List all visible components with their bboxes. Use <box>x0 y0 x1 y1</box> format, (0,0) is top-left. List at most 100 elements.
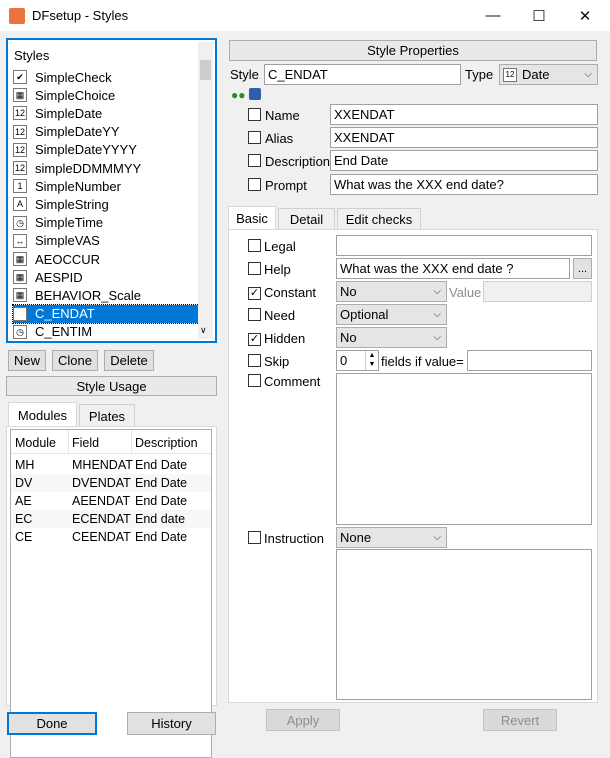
style-usage-header: Style Usage <box>6 376 217 396</box>
style-list-item-label: C_ENTIM <box>35 324 93 340</box>
history-button[interactable]: History <box>127 712 216 735</box>
style-list-item[interactable]: ◷ C_ENTIM <box>13 323 201 341</box>
table-row[interactable]: EC ECENDAT End date <box>11 510 211 528</box>
usage-table-header: Module Field Description <box>11 430 211 454</box>
table-row[interactable]: DV DVENDAT End Date <box>11 474 211 492</box>
table-cell: DVENDAT <box>72 476 131 490</box>
legal-checkbox[interactable] <box>248 239 261 252</box>
prompt-field[interactable]: What was the XXX end date? <box>330 174 598 195</box>
styles-list[interactable]: Styles ✔ SimpleCheck ▦ SimpleChoice 12 Simple… <box>6 38 217 343</box>
table-cell: MH <box>15 458 35 472</box>
tab-modules[interactable]: Modules <box>8 402 77 427</box>
maximize-button[interactable]: ☐ <box>516 0 562 31</box>
slider-icon: ↔ <box>13 233 27 248</box>
tab-plates[interactable]: Plates <box>79 404 135 427</box>
col-module-header[interactable]: Module <box>15 436 56 450</box>
col-field-header[interactable]: Field <box>72 436 99 450</box>
style-list-item-label: SimpleDateYYYY <box>35 142 137 158</box>
revert-button[interactable]: Revert <box>483 709 557 731</box>
minimize-button[interactable]: — <box>470 0 516 31</box>
skip-value-field[interactable] <box>467 350 592 371</box>
help-browse-button[interactable]: ... <box>573 258 592 279</box>
constant-checkbox[interactable]: ✓ <box>248 287 261 300</box>
style-list-item[interactable]: ▦ AEOCCUR <box>13 250 201 268</box>
alias-label: Alias <box>265 131 294 146</box>
instruction-select[interactable]: None ⌵ <box>336 527 447 548</box>
help-checkbox[interactable] <box>248 262 261 275</box>
table-row[interactable]: AE AEENDAT End Date <box>11 492 211 510</box>
comment-textarea[interactable] <box>336 373 592 525</box>
comment-label: Comment <box>264 374 321 389</box>
legal-field[interactable] <box>336 235 592 256</box>
style-list-item[interactable]: 12 SimpleDate <box>13 104 201 122</box>
delete-button[interactable]: Delete <box>104 350 154 371</box>
comment-checkbox[interactable] <box>248 374 261 387</box>
alias-checkbox[interactable] <box>248 131 261 144</box>
tab-basic[interactable]: Basic <box>228 206 276 230</box>
table-cell: CEENDAT <box>72 530 131 544</box>
scrollbar-thumb[interactable] <box>200 60 211 80</box>
skip-checkbox[interactable] <box>248 354 261 367</box>
alias-field[interactable]: XXENDAT <box>330 127 598 148</box>
description-label: Description <box>265 154 331 169</box>
description-field[interactable]: End Date <box>330 150 598 171</box>
col-description-header[interactable]: Description <box>135 436 198 450</box>
calendar-icon: 12 <box>13 124 27 139</box>
hidden-select[interactable]: No ⌵ <box>336 327 447 348</box>
table-cell: DV <box>15 476 33 490</box>
instruction-textarea[interactable] <box>336 549 592 700</box>
style-list-item[interactable]: 1 SimpleNumber <box>13 177 201 195</box>
hidden-checkbox[interactable]: ✓ <box>248 333 261 346</box>
style-list-item[interactable]: ✔ SimpleCheck <box>13 68 201 86</box>
style-list-item-label: AESPID <box>35 269 83 285</box>
tab-edit-checks[interactable]: Edit checks <box>337 208 421 230</box>
style-list-item[interactable]: ▦ BEHAVIOR_Scale <box>13 286 201 304</box>
type-label: Type <box>465 67 494 82</box>
style-list-item[interactable]: 12 SimpleDateYY <box>13 123 201 141</box>
style-list-item[interactable]: ↔ SimpleVAS <box>13 232 201 250</box>
style-list-item[interactable]: 12 SimpleDateYYYY <box>13 141 201 159</box>
name-checkbox[interactable] <box>248 108 261 121</box>
instruction-checkbox[interactable] <box>248 531 261 544</box>
style-list-item-label: SimpleChoice <box>35 87 116 103</box>
title-bar: DFsetup - Styles — ☐ ✕ <box>0 0 610 31</box>
style-list-item[interactable]: 12 simpleDDMMMYY <box>13 159 201 177</box>
calendar-icon: 12 <box>13 106 27 121</box>
style-list-item[interactable]: ▦ AESPID <box>13 268 201 286</box>
window-title: DFsetup - Styles <box>32 8 129 23</box>
style-list-item[interactable]: ◷ SimpleTime <box>13 214 201 232</box>
styles-scrollbar[interactable]: ∨ <box>198 42 213 339</box>
close-button[interactable]: ✕ <box>562 0 608 31</box>
prompt-checkbox[interactable] <box>248 178 261 191</box>
scroll-down-icon[interactable]: ∨ <box>200 325 207 336</box>
instruction-label: Instruction <box>264 531 324 546</box>
name-field[interactable]: XXENDAT <box>330 104 598 125</box>
style-list-item-label: SimpleString <box>35 196 109 212</box>
table-row[interactable]: MH MHENDAT End Date <box>11 456 211 474</box>
help-field[interactable]: What was the XXX end date ? <box>336 258 570 279</box>
prompt-label: Prompt <box>265 178 307 193</box>
instruction-value: None <box>340 530 372 545</box>
style-list-item[interactable]: ▦ SimpleChoice <box>13 86 201 104</box>
save-icon[interactable] <box>249 88 261 100</box>
style-list-item[interactable]: A SimpleString <box>13 195 201 213</box>
tab-detail[interactable]: Detail <box>278 208 335 230</box>
apply-button[interactable]: Apply <box>266 709 340 731</box>
clone-button[interactable]: Clone <box>52 350 98 371</box>
style-list-item-label: SimpleVAS <box>35 233 100 249</box>
constant-select[interactable]: No ⌵ <box>336 281 447 302</box>
users-icon[interactable]: ●● <box>231 88 246 102</box>
style-list-item[interactable]: 12 C_ENDAT <box>12 303 202 324</box>
type-select[interactable]: 12 Date ⌵ <box>499 64 598 85</box>
need-checkbox[interactable] <box>248 308 261 321</box>
need-select[interactable]: Optional ⌵ <box>336 304 447 325</box>
description-checkbox[interactable] <box>248 154 261 167</box>
new-button[interactable]: New <box>8 350 46 371</box>
value-field[interactable] <box>483 281 592 302</box>
style-field[interactable]: C_ENDAT <box>264 64 461 85</box>
table-cell: CE <box>15 530 33 544</box>
table-row[interactable]: CE CEENDAT End Date <box>11 528 211 546</box>
style-label: Style <box>230 67 259 82</box>
stepper-arrows-icon[interactable]: ▲ ▼ <box>365 351 378 370</box>
done-button[interactable]: Done <box>7 712 97 735</box>
